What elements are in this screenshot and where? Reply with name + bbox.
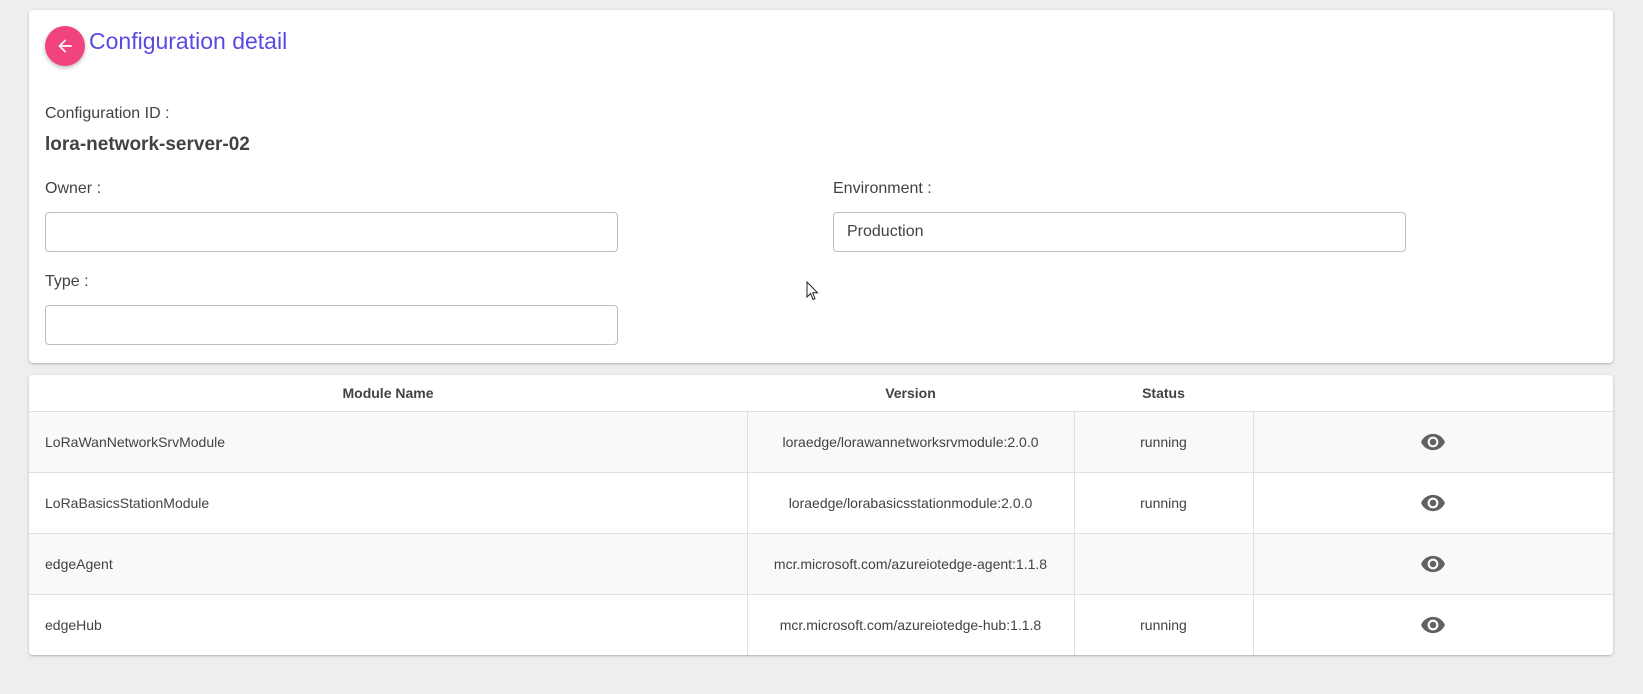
table-row: edgeHub mcr.microsoft.com/azureiotedge-h… [29, 594, 1613, 655]
page-title: Configuration detail [89, 28, 288, 54]
eye-icon[interactable] [1420, 429, 1446, 455]
actions-cell [1253, 533, 1613, 595]
environment-field[interactable] [833, 212, 1406, 252]
environment-label: Environment : [833, 180, 932, 197]
table-row: LoRaBasicsStationModule loraedge/lorabas… [29, 472, 1613, 534]
arrow-left-icon [58, 39, 72, 53]
module-version-cell: mcr.microsoft.com/azureiotedge-agent:1.1… [747, 533, 1075, 595]
owner-label: Owner : [45, 180, 102, 197]
table-header-row: Module Name Version Status [29, 375, 1613, 412]
module-status-cell: running [1074, 594, 1254, 655]
module-name-cell: LoRaWanNetworkSrvModule [29, 411, 748, 473]
module-version-cell: loraedge/lorabasicsstationmodule:2.0.0 [747, 472, 1075, 534]
module-status-cell: running [1074, 472, 1254, 534]
module-status-cell: running [1074, 411, 1254, 473]
type-field[interactable] [45, 305, 618, 345]
module-version-cell: loraedge/lorawannetworksrvmodule:2.0.0 [747, 411, 1075, 473]
actions-cell [1253, 472, 1613, 534]
table-row: LoRaWanNetworkSrvModule loraedge/lorawan… [29, 411, 1613, 473]
module-status-cell [1074, 533, 1254, 595]
actions-cell [1253, 594, 1613, 655]
owner-field[interactable] [45, 212, 618, 252]
module-name-cell: edgeHub [29, 594, 748, 655]
config-id-label: Configuration ID : [45, 105, 170, 122]
column-header-version: Version [747, 375, 1074, 412]
table-row: edgeAgent mcr.microsoft.com/azureiotedge… [29, 533, 1613, 595]
eye-icon[interactable] [1420, 551, 1446, 577]
module-name-cell: edgeAgent [29, 533, 748, 595]
module-name-cell: LoRaBasicsStationModule [29, 472, 748, 534]
mouse-pointer-icon [806, 281, 819, 301]
modules-table-card: Module Name Version Status LoRaWanNetwor… [29, 375, 1613, 655]
eye-icon[interactable] [1420, 612, 1446, 638]
type-label: Type : [45, 273, 89, 290]
configuration-detail-card: Configuration detail Configuration ID : … [29, 10, 1613, 363]
column-header-actions [1253, 375, 1613, 412]
module-version-cell: mcr.microsoft.com/azureiotedge-hub:1.1.8 [747, 594, 1075, 655]
back-button[interactable] [45, 26, 85, 66]
config-id-value: lora-network-server-02 [45, 134, 250, 155]
modules-table: Module Name Version Status LoRaWanNetwor… [29, 375, 1613, 655]
eye-icon[interactable] [1420, 490, 1446, 516]
actions-cell [1253, 411, 1613, 473]
column-header-status: Status [1074, 375, 1253, 412]
column-header-module-name: Module Name [29, 375, 747, 412]
